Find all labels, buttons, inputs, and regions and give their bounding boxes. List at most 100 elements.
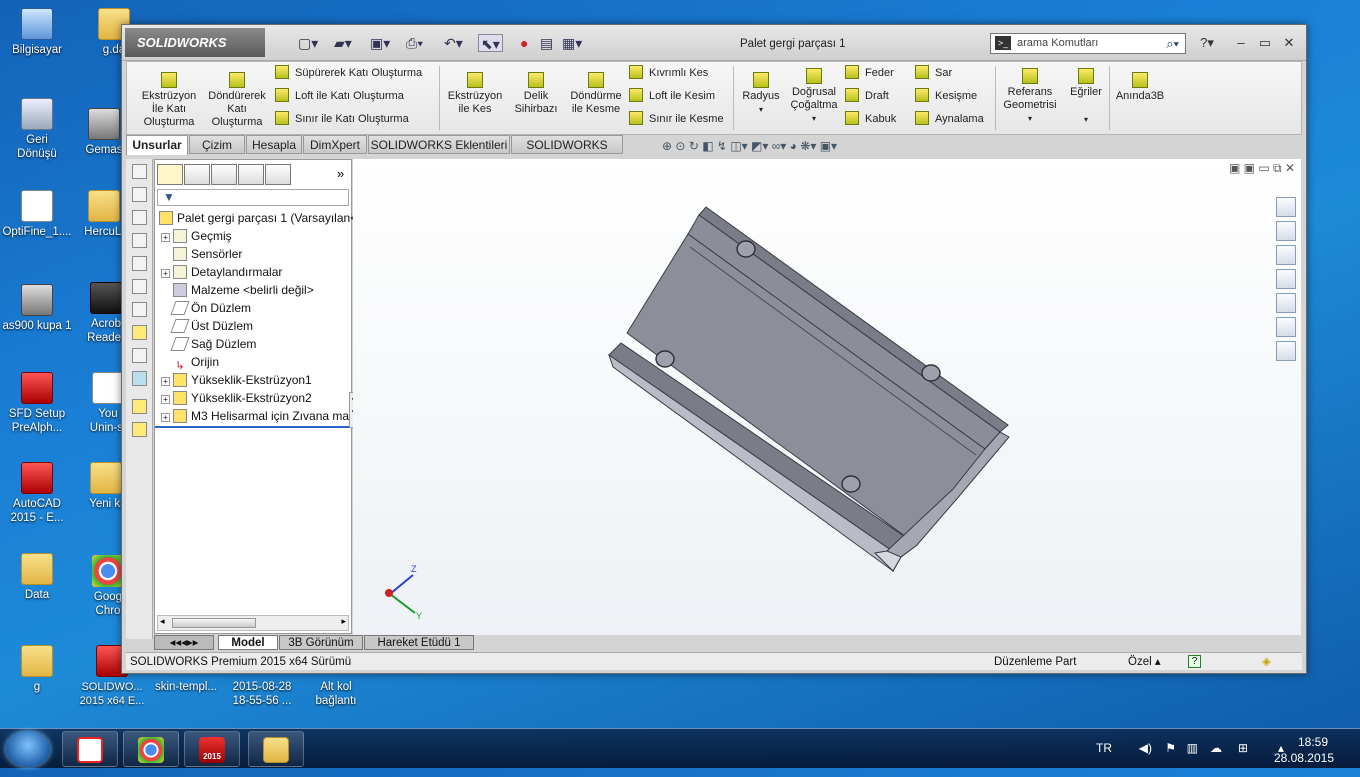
taskbar-solidworks[interactable]: 2015: [184, 731, 240, 767]
design-library-icon[interactable]: [1276, 221, 1296, 241]
tab-eklentiler[interactable]: SOLIDWORKS Eklentileri: [368, 135, 510, 154]
taskbar-yandex[interactable]: [62, 731, 118, 767]
tree-node-annotations[interactable]: + Detaylandırmalar: [161, 264, 282, 281]
extruded-boss-button[interactable]: Ekstrüzyon İle Katı Oluşturma: [133, 72, 205, 129]
expand-plus-icon[interactable]: +: [161, 269, 170, 278]
boundary-boss-button[interactable]: Sınır ile Katı Oluşturma: [275, 111, 409, 127]
desktop-icon-screenshot[interactable]: 2015-08-28 18-55-56 ...: [226, 680, 298, 708]
tab-unsurlar[interactable]: Unsurlar: [126, 135, 188, 155]
clock-time[interactable]: 18:59: [1298, 735, 1328, 749]
rollback-bar[interactable]: [155, 426, 351, 428]
tree-node-right-plane[interactable]: Sağ Düzlem: [170, 336, 256, 353]
extruded-cut-button[interactable]: Ekstrüzyon ile Kes: [443, 72, 507, 116]
tree-node-extrude2[interactable]: + Yükseklik-Ekstrüzyon2: [161, 390, 312, 407]
box-icon[interactable]: [132, 233, 147, 248]
tab-motion-study[interactable]: Hareket Etüdü 1: [364, 635, 474, 650]
open-folder-icon[interactable]: ▰▾: [334, 34, 352, 52]
desktop-icon-autocad[interactable]: AutoCAD 2015 - E...: [1, 462, 73, 525]
tree-node-history[interactable]: + Geçmiş: [161, 228, 232, 245]
chevron-down-icon[interactable]: ▾: [1063, 113, 1109, 126]
dimxpertmanager-tab-icon[interactable]: [238, 164, 264, 185]
section-view-icon[interactable]: ◧: [702, 139, 713, 153]
zoom-area-icon[interactable]: ⊙: [675, 139, 685, 153]
unit-system-selector[interactable]: Özel ▴: [1128, 653, 1161, 671]
tree-horizontal-scrollbar[interactable]: ◂ ▸: [157, 615, 349, 631]
windows-update-icon[interactable]: ⊞: [1238, 741, 1248, 755]
volume-icon[interactable]: ◀): [1139, 741, 1152, 755]
linear-pattern-button[interactable]: Doğrusal Çoğaltma ▾: [787, 68, 841, 125]
displaymanager-tab-icon[interactable]: [265, 164, 291, 185]
desktop-icon-data[interactable]: Data: [1, 553, 73, 602]
box-icon[interactable]: [132, 279, 147, 294]
appearances-icon[interactable]: [1276, 293, 1296, 313]
mirror-button[interactable]: Aynalama: [915, 111, 984, 127]
custom-properties-icon[interactable]: [1276, 317, 1296, 337]
scroll-thumb[interactable]: [172, 618, 256, 628]
tree-node-material[interactable]: Malzeme <belirli değil>: [173, 282, 314, 299]
tree-node-top-plane[interactable]: Üst Düzlem: [170, 318, 253, 335]
tab-hesapla[interactable]: Hesapla: [246, 135, 302, 154]
previous-view-icon[interactable]: ↻: [689, 139, 699, 153]
tree-filter-input[interactable]: ▼: [157, 189, 349, 206]
view-orientation-icon[interactable]: ◫▾: [730, 139, 747, 153]
help-status-icon[interactable]: ?: [1188, 655, 1201, 668]
language-indicator[interactable]: TR: [1096, 741, 1112, 755]
tree-root-part[interactable]: Palet gergi parçası 1 (Varsayılan<: [159, 210, 357, 227]
draft-button[interactable]: Draft: [845, 88, 889, 104]
desktop-icon-as900[interactable]: as900 kupa 1: [1, 284, 73, 333]
forum-icon[interactable]: [1276, 341, 1296, 361]
lofted-boss-button[interactable]: Loft ile Katı Oluşturma: [275, 88, 404, 104]
box-icon[interactable]: [132, 210, 147, 225]
cloud-icon[interactable]: ☁: [1210, 741, 1222, 755]
rib-button[interactable]: Feder: [845, 65, 894, 81]
undo-icon[interactable]: ↶▾: [444, 34, 463, 52]
taskbar-chrome[interactable]: [123, 731, 179, 767]
tab-model[interactable]: Model: [218, 635, 278, 650]
minimize-button[interactable]: –: [1232, 35, 1250, 51]
intersect-button[interactable]: Kesişme: [915, 88, 977, 104]
desktop-icon-recycle-bin[interactable]: Geri Dönüşü: [1, 98, 73, 161]
sketch-icon[interactable]: [132, 325, 147, 340]
chevron-down-icon[interactable]: ▾: [787, 112, 841, 125]
close-button[interactable]: ✕: [1280, 35, 1298, 51]
solidworks-logo[interactable]: SOLIDWORKS: [125, 28, 265, 57]
tab-dimxpert[interactable]: DimXpert: [303, 135, 367, 154]
box-icon[interactable]: [132, 187, 147, 202]
chevron-down-icon[interactable]: ▾: [737, 103, 785, 116]
print-icon[interactable]: ⎙▾: [406, 34, 423, 52]
view-palette-icon[interactable]: [1276, 269, 1296, 289]
part-3d-model[interactable]: Z Y: [353, 159, 1301, 635]
tree-node-sensors[interactable]: Sensörler: [173, 246, 242, 263]
swept-boss-button[interactable]: Süpürerek Katı Oluşturma: [275, 65, 422, 81]
swept-cut-button[interactable]: Kıvrımlı Kes: [629, 65, 708, 81]
shell-button[interactable]: Kabuk: [845, 111, 896, 127]
options-icon[interactable]: ▦▾: [562, 34, 582, 52]
box-icon[interactable]: [132, 302, 147, 317]
flag-icon[interactable]: ⚑: [1165, 741, 1176, 755]
help-icon[interactable]: ?▾: [1198, 35, 1216, 51]
curves-button[interactable]: Eğriler ▾: [1063, 68, 1109, 126]
save-icon[interactable]: ▣▾: [370, 34, 390, 52]
expand-plus-icon[interactable]: +: [161, 377, 170, 386]
box-icon[interactable]: [132, 256, 147, 271]
box-icon[interactable]: [132, 164, 147, 179]
rebuild-traffic-light-icon[interactable]: ●: [520, 34, 528, 52]
desktop-icon-skin[interactable]: skin-templ...: [150, 680, 222, 694]
tag-icon[interactable]: ◈: [1262, 653, 1271, 671]
edit-appearance-icon[interactable]: ◕: [790, 139, 797, 153]
scroll-right-icon[interactable]: ▸: [341, 616, 346, 627]
tree-node-hole[interactable]: + M3 Helisarmal için Zıvana ma: [161, 408, 349, 425]
tab-mbd[interactable]: SOLIDWORKS MBD: [511, 135, 623, 171]
desktop-icon-altkol[interactable]: Alt kol bağlantı: [300, 680, 372, 708]
desktop-icon-optifine[interactable]: OptiFine_1....: [1, 190, 73, 239]
view-settings-icon[interactable]: ▣▾: [820, 139, 837, 153]
hide-show-items-icon[interactable]: ∞▾: [772, 139, 787, 153]
search-icon[interactable]: ⌕▾: [1166, 34, 1179, 53]
cut-small-icon[interactable]: [132, 422, 147, 437]
clock-date[interactable]: 28.08.2015: [1274, 751, 1334, 765]
tree-node-extrude1[interactable]: + Yükseklik-Ekstrüzyon1: [161, 372, 312, 389]
tab-scroll-arrows[interactable]: ◂◂◂▸▸: [154, 635, 214, 650]
smart-dimension-icon[interactable]: [132, 348, 147, 363]
expand-plus-icon[interactable]: +: [161, 233, 170, 242]
reference-geometry-button[interactable]: Referans Geometrisi ▾: [999, 68, 1061, 125]
